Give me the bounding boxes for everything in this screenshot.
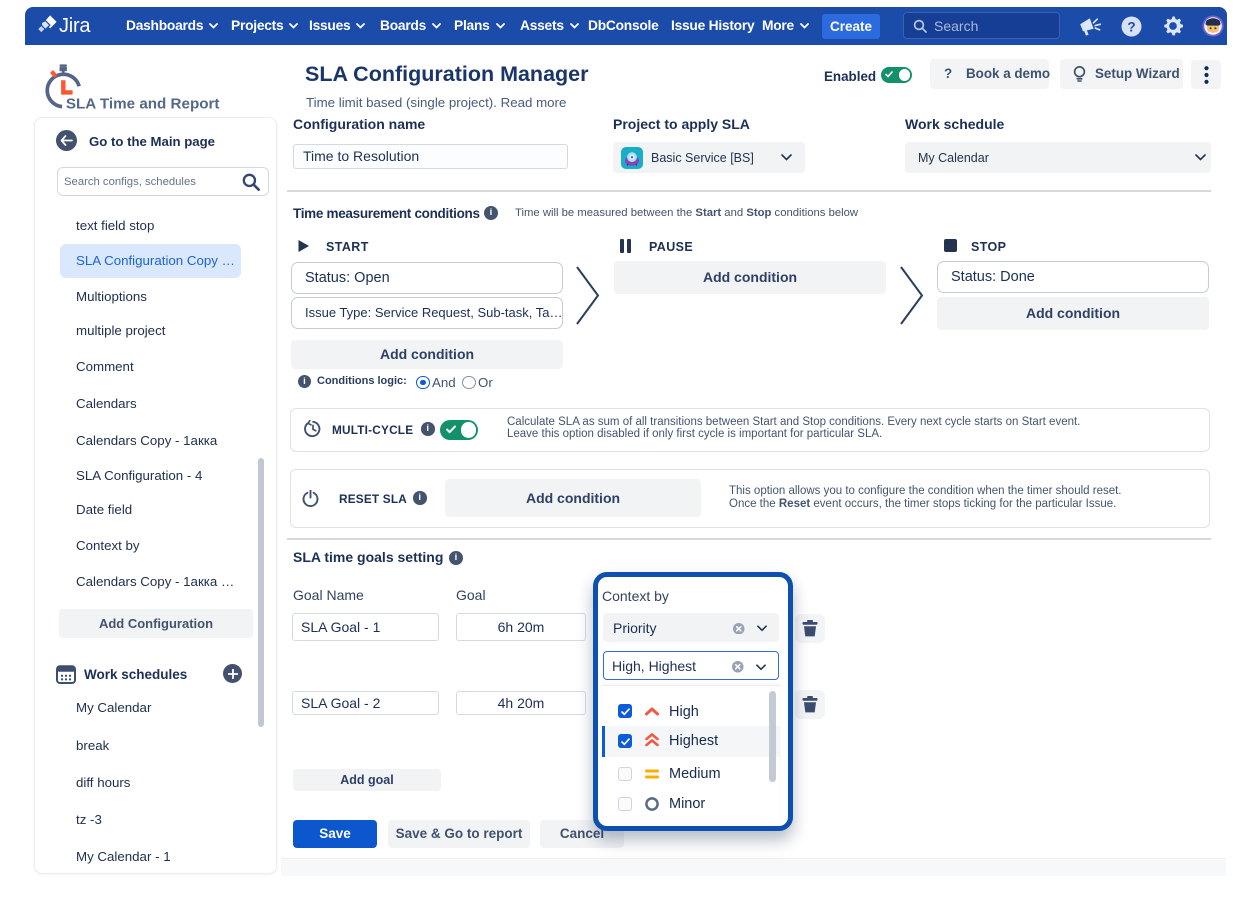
svg-text:?: ? (1127, 19, 1135, 34)
svg-text:SLA Time and Report: SLA Time and Report (66, 96, 220, 113)
